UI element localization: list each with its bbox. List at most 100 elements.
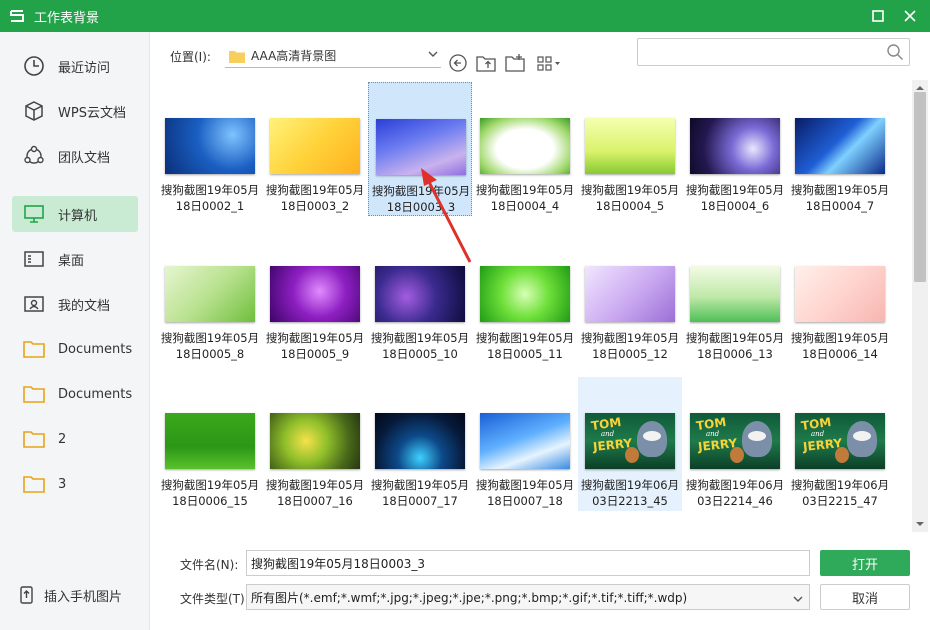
file-thumbnail: TOM and JERRY (585, 413, 675, 469)
file-name: 搜狗截图19年05月 18日0005_12 (574, 330, 686, 362)
file-tile[interactable]: 搜狗截图19年05月 18日0002_1 (158, 82, 262, 216)
file-name: 搜狗截图19年05月 18日0006_14 (784, 330, 896, 362)
chevron-down-icon (793, 593, 803, 607)
file-thumbnail (585, 266, 675, 322)
file-name: 搜狗截图19年05月 18日0003_3 (365, 183, 477, 215)
file-name-line2: 18日0004_6 (700, 199, 770, 213)
file-name: 搜狗截图19年05月 18日0002_1 (154, 182, 266, 214)
file-tile[interactable]: 搜狗截图19年05月 18日0003_3 (368, 82, 472, 216)
file-tile[interactable]: 搜狗截图19年05月 18日0005_11 (473, 230, 577, 364)
sidebar-item-recent[interactable]: 最近访问 (12, 48, 138, 84)
chevron-down-icon (427, 48, 439, 64)
file-name-line1: 搜狗截图19年05月 (160, 331, 260, 345)
title-bar: 工作表背景 (0, 0, 930, 32)
file-name: 搜狗截图19年06月 03日2214_46 (679, 477, 791, 509)
file-name: 搜狗截图19年05月 18日0007_17 (364, 477, 476, 509)
file-tile[interactable]: 搜狗截图19年05月 18日0007_17 (368, 377, 472, 511)
sidebar-item-label: 计算机 (58, 208, 98, 224)
file-name: 搜狗截图19年05月 18日0004_6 (679, 182, 791, 214)
file-name-line1: 搜狗截图19年06月 (580, 478, 680, 492)
file-name-line1: 搜狗截图19年06月 (685, 478, 785, 492)
search-box[interactable] (637, 38, 910, 66)
file-tile[interactable]: TOM and JERRY 搜狗截图19年06月 03日2213_45 (578, 377, 682, 511)
sidebar-item-my-docs[interactable]: 我的文档 (12, 286, 138, 322)
file-tile[interactable]: 搜狗截图19年05月 18日0005_12 (578, 230, 682, 364)
file-name: 搜狗截图19年05月 18日0005_8 (154, 330, 266, 362)
team-icon (22, 144, 46, 168)
file-name-line1: 搜狗截图19年05月 (265, 478, 365, 492)
file-name-line1: 搜狗截图19年05月 (475, 478, 575, 492)
file-name-line2: 18日0005_11 (487, 347, 563, 361)
file-tile[interactable]: 搜狗截图19年05月 18日0007_18 (473, 377, 577, 511)
file-name-line1: 搜狗截图19年05月 (370, 331, 470, 345)
open-button[interactable]: 打开 (820, 550, 910, 576)
maximize-icon[interactable] (866, 4, 890, 28)
file-name-line2: 03日2213_45 (592, 494, 668, 508)
filetype-select[interactable]: 所有图片(*.emf;*.wmf;*.jpg;*.jpeg;*.jpe;*.pn… (246, 584, 810, 610)
file-name-line1: 搜狗截图19年05月 (790, 331, 890, 345)
file-tile[interactable]: 搜狗截图19年05月 18日0004_6 (683, 82, 787, 216)
file-tile[interactable]: 搜狗截图19年05月 18日0004_5 (578, 82, 682, 216)
file-tile[interactable]: TOM and JERRY 搜狗截图19年06月 03日2214_46 (683, 377, 787, 511)
file-tile[interactable]: 搜狗截图19年05月 18日0007_16 (263, 377, 367, 511)
filename-field[interactable]: 搜狗截图19年05月18日0003_3 (246, 550, 810, 576)
file-thumbnail (165, 413, 255, 469)
insert-phone-image-button[interactable]: 插入手机图片 (12, 580, 122, 610)
insert-phone-image-label: 插入手机图片 (44, 589, 123, 605)
file-name-line1: 搜狗截图19年05月 (370, 478, 470, 492)
file-thumbnail (690, 118, 780, 174)
sidebar-item-team-docs[interactable]: 团队文档 (12, 138, 138, 174)
folder-icon (229, 50, 245, 63)
folder-icon (22, 382, 46, 406)
file-name-line1: 搜狗截图19年05月 (790, 183, 890, 197)
location-dropdown[interactable]: AAA高清背景图 (225, 44, 441, 68)
sidebar-item-wps-cloud[interactable]: WPS云文档 (12, 93, 138, 129)
sidebar-item-desktop[interactable]: 桌面 (12, 241, 138, 277)
file-tile[interactable]: 搜狗截图19年05月 18日0005_8 (158, 230, 262, 364)
file-tile[interactable]: 搜狗截图19年05月 18日0004_7 (788, 82, 892, 216)
search-input[interactable] (644, 39, 884, 65)
file-thumbnail (795, 118, 885, 174)
sidebar-item-folder-3[interactable]: 3 (12, 466, 138, 502)
file-thumbnail (480, 118, 570, 174)
file-tile[interactable]: 搜狗截图19年05月 18日0004_4 (473, 82, 577, 216)
sidebar-item-computer[interactable]: 计算机 (12, 196, 138, 232)
file-tile[interactable]: 搜狗截图19年05月 18日0003_2 (263, 82, 367, 216)
filetype-value: 所有图片(*.emf;*.wmf;*.jpg;*.jpeg;*.jpe;*.pn… (251, 590, 688, 605)
new-folder-icon[interactable] (504, 52, 526, 74)
file-name-line1: 搜狗截图19年05月 (371, 184, 471, 198)
cancel-button[interactable]: 取消 (820, 584, 910, 610)
file-name-line2: 18日0004_5 (595, 199, 665, 213)
file-name: 搜狗截图19年05月 18日0005_11 (469, 330, 581, 362)
back-icon[interactable] (447, 52, 469, 74)
my-docs-icon (22, 292, 46, 316)
file-tile[interactable]: 搜狗截图19年05月 18日0006_14 (788, 230, 892, 364)
file-tile[interactable]: 搜狗截图19年05月 18日0006_15 (158, 377, 262, 511)
sidebar-item-label: 桌面 (58, 253, 85, 269)
scroll-down-icon[interactable] (916, 520, 924, 528)
sidebar-item-documents-1[interactable]: Documents (12, 331, 138, 367)
location-label: 位置(I): (170, 50, 211, 64)
sidebar-item-label: Documents (58, 341, 133, 357)
up-folder-icon[interactable] (475, 52, 497, 74)
sidebar-item-folder-2[interactable]: 2 (12, 421, 138, 457)
file-thumbnail (480, 413, 570, 469)
file-tile[interactable]: TOM and JERRY 搜狗截图19年06月 03日2215_47 (788, 377, 892, 511)
file-name: 搜狗截图19年05月 18日0003_2 (259, 182, 371, 214)
view-grid-icon[interactable] (536, 52, 564, 74)
search-icon[interactable] (886, 43, 904, 65)
file-tile[interactable]: 搜狗截图19年05月 18日0006_13 (683, 230, 787, 364)
file-tile[interactable]: 搜狗截图19年05月 18日0005_10 (368, 230, 472, 364)
scrollbar-thumb[interactable] (914, 92, 926, 282)
clock-icon (22, 54, 46, 78)
vertical-scrollbar[interactable] (912, 80, 928, 532)
close-icon[interactable] (898, 4, 922, 28)
file-tile[interactable]: 搜狗截图19年05月 18日0005_9 (263, 230, 367, 364)
sidebar-item-documents-2[interactable]: Documents (12, 376, 138, 412)
sidebar-item-label: Documents (58, 386, 133, 402)
file-name-line1: 搜狗截图19年05月 (580, 331, 680, 345)
file-name-line2: 18日0004_7 (805, 199, 875, 213)
file-thumbnail (165, 266, 255, 322)
scroll-up-icon[interactable] (916, 84, 924, 92)
file-thumbnail (795, 266, 885, 322)
